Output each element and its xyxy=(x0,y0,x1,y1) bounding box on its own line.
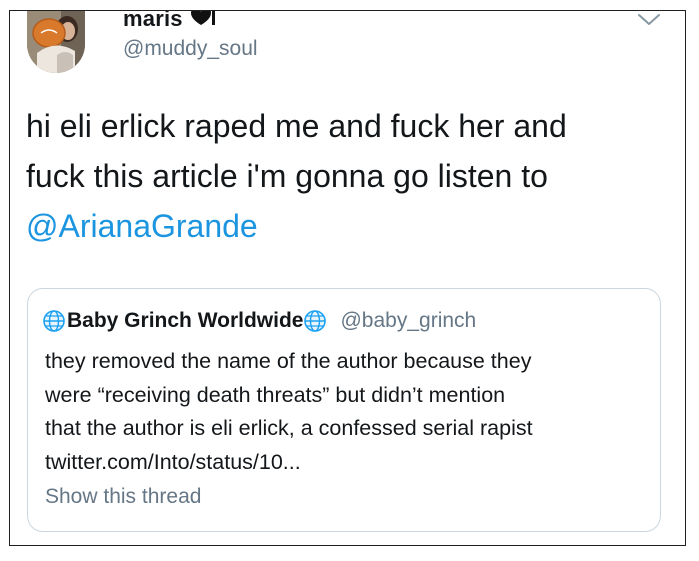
globe-icon xyxy=(42,309,66,333)
quoted-link[interactable]: twitter.com/Into/status/10... xyxy=(45,446,655,480)
quoted-text-line: they removed the name of the author beca… xyxy=(45,349,532,373)
quoted-author-handle[interactable]: @baby_grinch xyxy=(340,309,476,333)
tweet-text-line: hi eli erlick raped me and fuck her and xyxy=(26,108,567,144)
author-display-name[interactable]: maris xyxy=(123,10,215,32)
black-heart-candle-emoji-icon xyxy=(187,11,215,31)
show-thread-link[interactable]: Show this thread xyxy=(45,485,201,509)
tweet-text: hi eli erlick raped me and fuck her and … xyxy=(26,101,666,251)
author-name-text: maris xyxy=(123,10,183,31)
quoted-text-line: were “receiving death threats” but didn’… xyxy=(45,382,506,407)
quoted-tweet-card[interactable]: Baby Grinch Worldwide @baby_grinch they … xyxy=(27,288,661,532)
quoted-tweet-header: Baby Grinch Worldwide @baby_grinch xyxy=(42,307,476,335)
quoted-tweet-body: they removed the name of the author beca… xyxy=(45,345,655,479)
author-handle[interactable]: @muddy_soul xyxy=(123,37,258,61)
mention-link[interactable]: @ArianaGrande xyxy=(26,201,666,251)
quoted-author-name[interactable]: Baby Grinch Worldwide xyxy=(67,309,303,333)
avatar-photo xyxy=(27,11,85,73)
author-avatar[interactable] xyxy=(27,11,85,73)
tweet-text-line: fuck this article i'm gonna go listen to xyxy=(26,158,548,194)
tweet-screenshot-frame: maris @muddy_soul hi eli erlick raped me… xyxy=(9,10,686,546)
quoted-text-line: that the author is eli erlick, a confess… xyxy=(45,416,533,440)
globe-icon xyxy=(303,309,327,333)
chevron-down-icon[interactable] xyxy=(635,11,663,29)
